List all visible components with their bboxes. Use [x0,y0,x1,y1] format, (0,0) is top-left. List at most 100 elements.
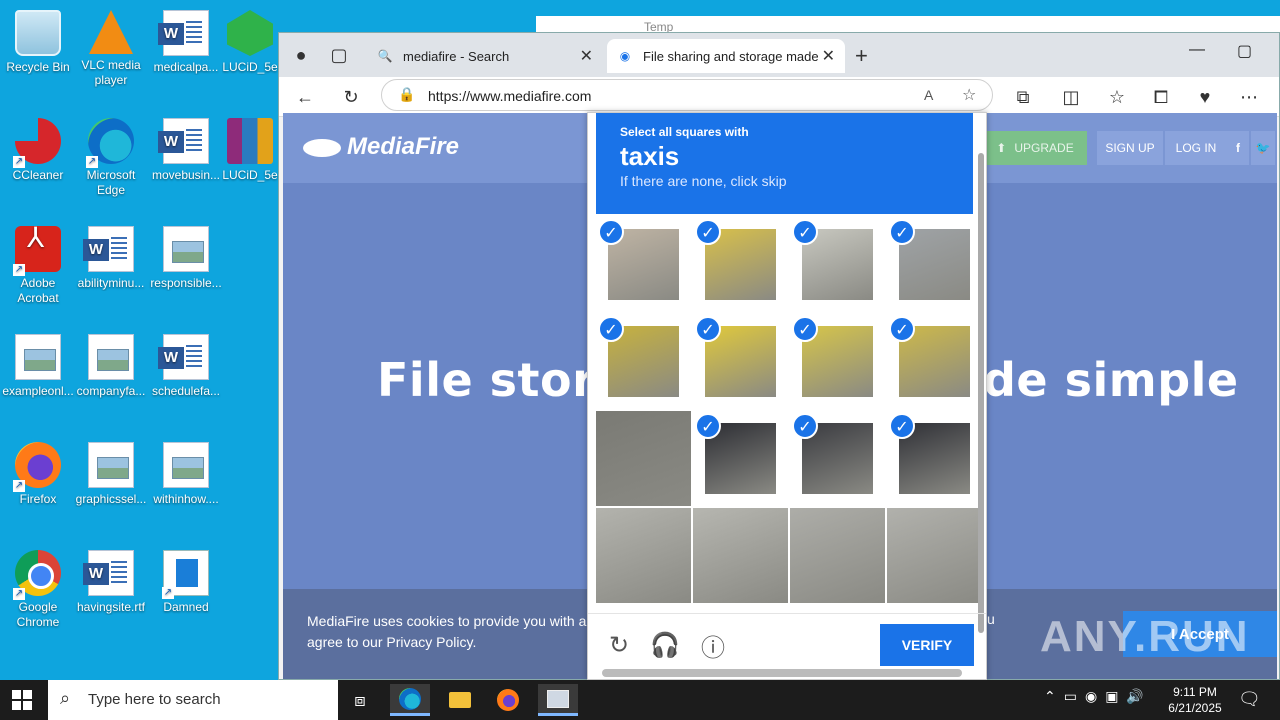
notification-icon[interactable]: 🗨 [1238,689,1261,710]
desktop-icon-label: Damned [163,600,209,614]
system-tray[interactable]: ⌃▭◉▣🔊 [1044,688,1152,705]
favorite-star-icon[interactable]: ☆ [962,85,976,105]
desktop-icon-companyfa[interactable]: companyfa... [73,328,149,399]
taskbar-firefox-icon[interactable] [488,684,528,716]
captcha-tile[interactable]: ✓ [887,217,982,312]
desktop-icon-label: movebusin... [151,168,221,182]
mediafire-logo[interactable]: MediaFire [303,133,459,161]
captcha-tile-image [790,508,885,603]
webcam-icon[interactable]: ◉ [1085,688,1105,704]
read-aloud-icon[interactable]: A [924,87,933,103]
tab-actions-icon[interactable]: ▢ [325,41,353,69]
refresh-icon[interactable]: ↻ [337,83,365,111]
tab-mediafire[interactable]: ◉ File sharing and storage made sin ✕ [607,39,845,73]
address-bar[interactable]: 🔒 https://www.mediafire.com A ☆ [381,79,993,111]
collections-icon[interactable]: ⧠ [1147,83,1175,111]
upgrade-button[interactable]: ⬆ UPGRADE [983,131,1087,165]
captcha-horizontal-scrollbar[interactable] [602,669,962,677]
clock-date: 6/21/2025 [1168,701,1222,715]
desktop-icon-edge[interactable]: Microsoft Edge [73,112,149,198]
taskbar-clock[interactable]: 9:11 PM 6/21/2025 [1160,684,1230,716]
checkmark-icon: ✓ [889,413,915,439]
desktop-icon-withinhow[interactable]: withinhow.... [148,436,224,507]
desktop-icon-chrome[interactable]: Google Chrome [0,544,76,630]
desktop-icon-firefox[interactable]: Firefox [0,436,76,507]
captcha-tile[interactable] [887,508,982,603]
close-tab-icon[interactable]: ✕ [580,46,593,66]
new-tab-button[interactable]: + [855,43,868,69]
chevron-up-icon[interactable]: ⌃ [1044,688,1064,704]
image-file-icon [163,226,209,272]
back-arrow-icon[interactable]: ← [291,83,319,111]
audio-headphones-icon[interactable]: 🎧 [650,630,680,660]
captcha-tile[interactable]: ✓ [693,314,788,409]
captcha-tile[interactable]: ✓ [887,314,982,409]
desktop-icon-recycle-bin[interactable]: Recycle Bin [0,4,76,75]
verify-button[interactable]: VERIFY [880,624,974,666]
tab-bar: ● ▢ 🔍 mediafire - Search ✕ ◉ File sharin… [279,33,1279,77]
image-file-icon [88,442,134,488]
captcha-tile[interactable]: ✓ [887,411,982,506]
desktop-icon-schedulefa[interactable]: schedulefa... [148,328,224,399]
captcha-tile[interactable]: ✓ [693,217,788,312]
captcha-footer: ↻ 🎧 ⓘ VERIFY [588,613,986,673]
tab-mediafire-search[interactable]: 🔍 mediafire - Search ✕ [367,39,603,73]
damned-icon [162,550,209,599]
start-button[interactable] [12,690,32,710]
desktop-icon-vlc[interactable]: VLC media player [73,4,149,88]
captcha-tile[interactable] [693,508,788,603]
captcha-tile[interactable]: ✓ [790,314,885,409]
desktop-icon-responsible[interactable]: responsible... [148,220,224,291]
profile-icon[interactable]: ● [287,41,315,69]
desktop-icon-havingsite[interactable]: havingsite.rtf [73,544,149,615]
captcha-tile[interactable]: ✓ [790,217,885,312]
volume-icon[interactable]: 🔊 [1126,688,1151,704]
desktop-icon-exampleonl[interactable]: exampleonl... [0,328,76,399]
sign-up-button[interactable]: SIGN UP [1097,131,1163,165]
minimize-button[interactable]: — [1189,41,1205,59]
browser-essentials-icon[interactable]: ♥ [1191,83,1219,111]
upgrade-label: UPGRADE [1014,141,1074,155]
close-tab-icon[interactable]: ✕ [822,46,835,66]
desktop-icon-damned[interactable]: Damned [148,544,224,615]
split-screen-icon[interactable]: ◫ [1057,83,1085,111]
captcha-tile[interactable]: ✓ [596,217,691,312]
captcha-tile[interactable] [596,508,691,603]
captcha-tile[interactable]: ✓ [693,411,788,506]
captcha-tile[interactable] [790,508,885,603]
extensions-icon[interactable]: ⧉ [1009,83,1037,111]
taskbar-app-icon[interactable] [538,684,578,716]
battery-icon[interactable]: ▭ [1064,688,1085,704]
task-view-icon[interactable]: ⧈ [340,684,380,716]
cookie-text: MediaFire uses cookies to provide you wi… [307,611,598,653]
taskbar-search[interactable]: ⌕ Type here to search [48,680,338,720]
desktop-icon-ccleaner[interactable]: CCleaner [0,112,76,183]
favorites-icon[interactable]: ☆ [1103,83,1131,111]
log-in-button[interactable]: LOG IN [1165,131,1227,165]
desktop-icon-movebusin[interactable]: movebusin... [148,112,224,183]
taskbar: ⌕ Type here to search ⧈ ⌃▭◉▣🔊 9:11 PM 6/… [0,680,1280,720]
captcha-instruction: Select all squares with [620,125,749,139]
taskbar-edge-icon[interactable] [390,684,430,716]
desktop-icon-lucid-rar[interactable]: LUCiD_5e [222,112,278,183]
desktop-icon-lucid[interactable]: LUCiD_5e [222,4,278,75]
captcha-tile[interactable]: ✓ [596,314,691,409]
captcha-tile-image [887,508,982,603]
info-icon[interactable]: ⓘ [698,630,728,662]
facebook-icon[interactable]: f [1227,131,1249,165]
taskbar-file-explorer-icon[interactable] [440,684,480,716]
reload-icon[interactable]: ↻ [604,630,634,660]
captcha-vertical-scrollbar[interactable] [978,153,984,633]
desktop-icon-abilityminu[interactable]: abilityminu... [73,220,149,291]
desktop-icon-label: CCleaner [12,168,64,182]
network-icon[interactable]: ▣ [1105,688,1126,704]
twitter-icon[interactable]: 🐦 [1251,131,1275,165]
captcha-tile[interactable]: ✓ [790,411,885,506]
captcha-tile[interactable] [596,411,691,506]
desktop-icon-graphicssel[interactable]: graphicssel... [73,436,149,507]
address-url: https://www.mediafire.com [428,88,592,104]
desktop-icon-acrobat[interactable]: Adobe Acrobat [0,220,76,306]
desktop-icon-medicalpa[interactable]: medicalpa... [148,4,224,75]
menu-dots-icon[interactable]: ⋯ [1235,83,1263,111]
maximize-button[interactable]: ▢ [1237,41,1252,61]
